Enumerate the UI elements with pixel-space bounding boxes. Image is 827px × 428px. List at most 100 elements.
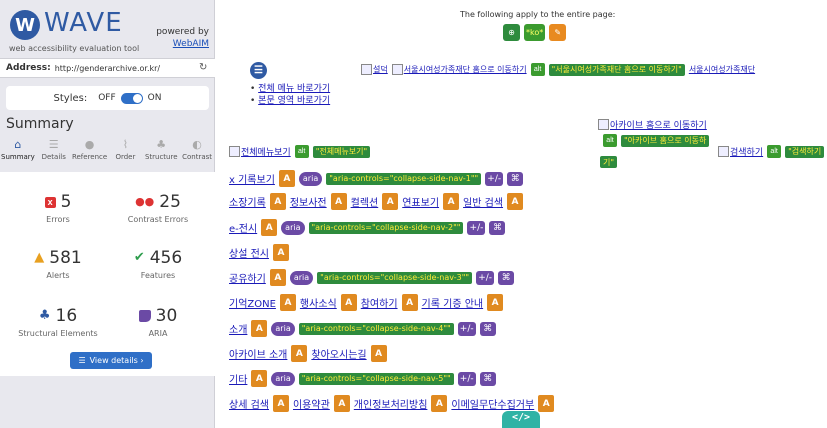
- refresh-icon[interactable]: ↻: [199, 63, 209, 73]
- powered-by: powered by WebAIM: [156, 26, 209, 50]
- nav-link[interactable]: 공유하기: [229, 270, 266, 285]
- tab-order[interactable]: ⌇ Order: [107, 138, 143, 168]
- alert-icon[interactable]: A: [340, 294, 357, 311]
- alert-icon[interactable]: A: [538, 395, 555, 412]
- tab-reference[interactable]: ● Reference: [72, 138, 108, 168]
- contrast-error-icon: ●●: [135, 195, 155, 208]
- nav-link[interactable]: 기억ZONE: [229, 295, 276, 310]
- alert-icon[interactable]: A: [272, 244, 289, 261]
- nav-link[interactable]: 이용약관: [293, 396, 330, 411]
- search-link[interactable]: 검색하기: [718, 145, 763, 158]
- aria-icon[interactable]: aria: [298, 171, 323, 186]
- alt-text-icon[interactable]: alt: [294, 145, 309, 158]
- view-details-button[interactable]: ☰ View details ›: [70, 352, 152, 369]
- all-menu-link[interactable]: 전체메뉴보기: [229, 145, 291, 158]
- nav-link[interactable]: 참여하기: [361, 295, 398, 310]
- nav-link[interactable]: 기록 기증 안내: [422, 295, 484, 310]
- nav-link[interactable]: 찾아오시는길: [311, 346, 366, 361]
- error-icon: x: [44, 196, 56, 208]
- nav-link[interactable]: 상세 검색: [229, 396, 269, 411]
- nav-link[interactable]: 행사소식: [300, 295, 337, 310]
- alerts-count: 581: [49, 248, 82, 268]
- tab-details[interactable]: ☰ Details: [36, 138, 72, 168]
- alt-text-icon[interactable]: alt: [603, 134, 617, 147]
- page-alert-icon[interactable]: ✎: [549, 24, 567, 41]
- list-icon: ☰: [48, 138, 59, 151]
- alert-icon[interactable]: A: [333, 395, 350, 412]
- address-input[interactable]: [54, 63, 199, 73]
- alert-icon[interactable]: A: [487, 294, 504, 311]
- features-stat: ✔ 456 Features: [108, 248, 208, 280]
- nav-link[interactable]: 소장기록: [229, 194, 266, 209]
- skip-link-menu[interactable]: 전체 메뉴 바로가기: [258, 84, 330, 94]
- alert-icon[interactable]: A: [401, 294, 418, 311]
- alert-icon[interactable]: A: [269, 269, 286, 286]
- alert-icon[interactable]: A: [291, 345, 308, 362]
- keyboard-icon[interactable]: ⌘: [507, 171, 524, 186]
- expanded-icon[interactable]: +/-: [467, 220, 486, 235]
- page-level-message: The following apply to the entire page:: [460, 10, 616, 19]
- alert-icon[interactable]: A: [443, 193, 460, 210]
- nav-link[interactable]: 컬렉션: [351, 194, 379, 209]
- keyboard-icon[interactable]: ⌘: [489, 220, 506, 235]
- tab-structure[interactable]: ♣ Structure: [143, 138, 179, 168]
- keyboard-icon[interactable]: ⌘: [479, 321, 496, 336]
- aria-stat: 30 ARIA: [108, 306, 208, 338]
- alt-text-icon[interactable]: alt: [767, 145, 782, 158]
- code-toggle-button[interactable]: </>: [502, 411, 540, 428]
- alert-icon[interactable]: A: [279, 294, 296, 311]
- skip-links: 전체 메뉴 바로가기 본문 영역 바로가기: [250, 83, 330, 107]
- webaim-link[interactable]: WebAIM: [156, 38, 209, 50]
- tab-summary[interactable]: ⌂ Summary: [0, 138, 36, 168]
- foundation-name-link[interactable]: 서울시여성가족재단: [689, 64, 755, 75]
- archive-home-link[interactable]: 아카이브 홈으로 이동하기: [598, 118, 707, 131]
- alert-icon[interactable]: A: [269, 193, 286, 210]
- nav-link[interactable]: 연표보기: [402, 194, 439, 209]
- nav-link[interactable]: e-전시: [229, 220, 257, 235]
- structure-icon: ♣: [156, 138, 167, 151]
- aria-icon[interactable]: aria: [289, 270, 314, 285]
- nav-link[interactable]: 소개: [229, 321, 247, 336]
- alert-icon[interactable]: A: [382, 193, 399, 210]
- keyboard-icon[interactable]: ⌘: [498, 270, 515, 285]
- language-icon[interactable]: *ko*: [524, 24, 546, 41]
- aria-icon[interactable]: aria: [271, 371, 295, 386]
- expanded-icon[interactable]: +/-: [485, 171, 504, 186]
- nav-link[interactable]: 정보사전: [290, 194, 327, 209]
- alert-icon[interactable]: A: [370, 345, 387, 362]
- aria-controls-value: "aria-controls="collapse-side-nav-4"": [298, 322, 454, 335]
- expanded-icon[interactable]: +/-: [457, 371, 476, 386]
- alert-icon[interactable]: A: [272, 395, 289, 412]
- globe-icon[interactable]: ⊕: [503, 24, 520, 41]
- wave-logo[interactable]: W WAVE web accessibility evaluation tool…: [6, 6, 211, 53]
- styles-toggle[interactable]: [120, 92, 143, 104]
- alert-icon[interactable]: A: [261, 219, 278, 236]
- alert-icon[interactable]: A: [251, 320, 268, 337]
- nav-link[interactable]: 상설 전시: [229, 245, 269, 260]
- aria-icon[interactable]: aria: [281, 220, 305, 235]
- alert-icon[interactable]: A: [507, 193, 524, 210]
- skip-link-content[interactable]: 본문 영역 바로가기: [258, 96, 330, 106]
- order-icon: ⌇: [122, 138, 129, 151]
- nav-link[interactable]: 개인정보처리방침: [354, 396, 428, 411]
- nav-link[interactable]: 기타: [229, 371, 247, 386]
- nav-row-records: x 기록보기 A aria "aria-controls="collapse-s…: [229, 170, 524, 187]
- alert-icon[interactable]: A: [431, 395, 448, 412]
- alt-text-icon[interactable]: alt: [530, 63, 545, 76]
- alert-icon[interactable]: A: [251, 370, 268, 387]
- nav-link[interactable]: 일반 검색: [463, 194, 503, 209]
- nav-link[interactable]: 아카이브 소개: [229, 346, 287, 361]
- alert-icon[interactable]: A: [278, 170, 295, 187]
- expanded-icon[interactable]: +/-: [476, 270, 495, 285]
- keyboard-icon[interactable]: ⌘: [479, 371, 496, 386]
- nav-link[interactable]: 이메일무단수집거부: [451, 396, 534, 411]
- expanded-icon[interactable]: +/-: [457, 321, 476, 336]
- menu-circle-icon[interactable]: ☰: [250, 62, 267, 79]
- broken-image-link[interactable]: 설덕: [361, 64, 388, 75]
- nav-link[interactable]: x 기록보기: [229, 171, 275, 186]
- alert-icon[interactable]: A: [330, 193, 347, 210]
- foundation-home-link[interactable]: 서울시여성가족재단 홈으로 이동하기: [392, 64, 527, 75]
- archive-home-row: 아카이브 홈으로 이동하기: [598, 118, 707, 131]
- tab-contrast[interactable]: ◐ Contrast: [179, 138, 215, 168]
- aria-icon[interactable]: aria: [271, 321, 295, 336]
